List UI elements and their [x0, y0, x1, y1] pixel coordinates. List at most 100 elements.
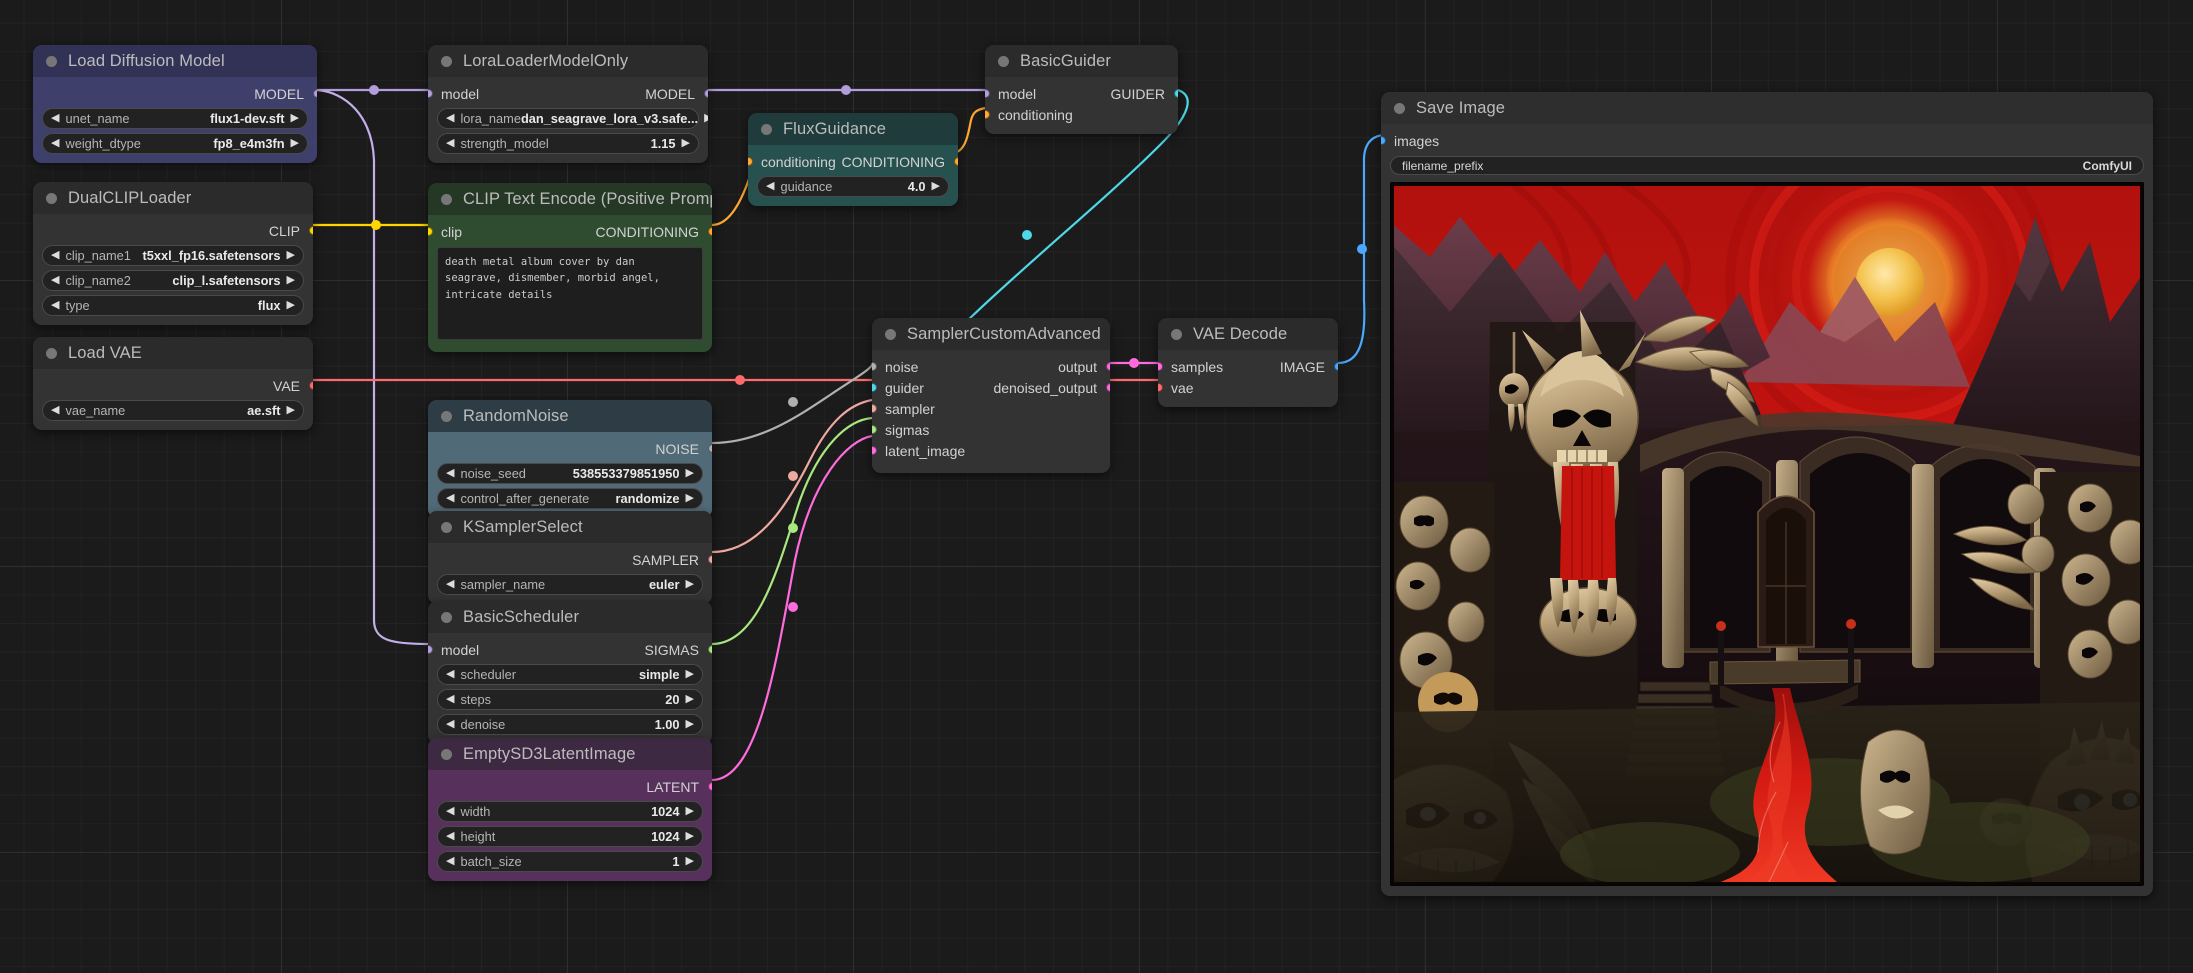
node-title-bar[interactable]: DualCLIPLoader	[33, 182, 313, 214]
slot-row-clip[interactable]: clip CONDITIONING	[428, 221, 712, 242]
port-sampler-out[interactable]	[707, 555, 712, 564]
port-vae-out[interactable]	[308, 381, 313, 390]
port-output-out[interactable]	[1105, 362, 1110, 371]
slot-row-sampler[interactable]: sampler	[872, 398, 1110, 419]
port-model-in[interactable]	[428, 645, 433, 654]
widget-denoise[interactable]: ◀ denoise 1.00 ▶	[437, 714, 703, 735]
widget-unet-name[interactable]: ◀ unet_name flux1-dev.sft ▶	[42, 108, 308, 129]
widget-clip-name2[interactable]: ◀ clip_name2 clip_l.safetensors ▶	[42, 270, 304, 291]
collapse-dot-icon[interactable]	[46, 192, 57, 204]
decrement-arrow-icon[interactable]: ◀	[51, 138, 59, 149]
port-conditioning-out[interactable]	[707, 227, 712, 236]
port-denoised-output-out[interactable]	[1105, 383, 1110, 392]
collapse-dot-icon[interactable]	[1394, 102, 1405, 114]
port-conditioning-in[interactable]	[748, 157, 753, 166]
port-model-out[interactable]	[312, 89, 317, 98]
slot-row-conditioning[interactable]: conditioning	[985, 104, 1178, 125]
increment-arrow-icon[interactable]: ▶	[686, 669, 694, 680]
port-conditioning-out[interactable]	[953, 157, 958, 166]
collapse-dot-icon[interactable]	[441, 611, 452, 623]
slot-row-model[interactable]: model GUIDER	[985, 83, 1178, 104]
decrement-arrow-icon[interactable]: ◀	[446, 113, 454, 124]
node-basic-scheduler[interactable]: BasicScheduler model SIGMAS ◀ scheduler …	[428, 601, 712, 744]
collapse-dot-icon[interactable]	[885, 328, 896, 340]
output-slot-sampler[interactable]: SAMPLER	[428, 549, 712, 570]
node-ksampler-select[interactable]: KSamplerSelect SAMPLER ◀ sampler_name eu…	[428, 511, 712, 604]
increment-arrow-icon[interactable]: ▶	[291, 113, 299, 124]
widget-vae-name[interactable]: ◀ vae_name ae.sft ▶	[42, 400, 304, 421]
decrement-arrow-icon[interactable]: ◀	[446, 806, 454, 817]
node-load-diffusion-model[interactable]: Load Diffusion Model MODEL ◀ unet_name f…	[33, 45, 317, 163]
increment-arrow-icon[interactable]: ▶	[704, 113, 708, 124]
port-clip-in[interactable]	[428, 227, 433, 236]
widget-weight-dtype[interactable]: ◀ weight_dtype fp8_e4m3fn ▶	[42, 133, 308, 154]
widget-lora-name[interactable]: ◀ lora_name dan_seagrave_lora_v3.safe...…	[437, 108, 708, 129]
widget-clip-name1[interactable]: ◀ clip_name1 t5xxl_fp16.safetensors ▶	[42, 245, 304, 266]
slot-row-vae[interactable]: vae	[1158, 377, 1338, 398]
node-title-bar[interactable]: CLIP Text Encode (Positive Prompt)	[428, 183, 712, 215]
widget-scheduler[interactable]: ◀ scheduler simple ▶	[437, 664, 703, 685]
widget-noise-seed[interactable]: ◀ noise_seed 538553379851950 ▶	[437, 463, 703, 484]
port-images-in[interactable]	[1381, 136, 1386, 145]
increment-arrow-icon[interactable]: ▶	[932, 181, 940, 192]
output-slot-model[interactable]: MODEL	[33, 83, 317, 104]
decrement-arrow-icon[interactable]: ◀	[446, 493, 454, 504]
slot-row-model[interactable]: model MODEL	[428, 83, 708, 104]
node-vae-decode[interactable]: VAE Decode samples IMAGE vae	[1158, 318, 1338, 407]
collapse-dot-icon[interactable]	[441, 55, 452, 67]
collapse-dot-icon[interactable]	[761, 123, 772, 135]
decrement-arrow-icon[interactable]: ◀	[766, 181, 774, 192]
node-title-bar[interactable]: SamplerCustomAdvanced	[872, 318, 1110, 350]
node-sampler-custom-advanced[interactable]: SamplerCustomAdvanced noise output guide…	[872, 318, 1110, 473]
port-vae-in[interactable]	[1158, 383, 1163, 392]
slot-row-noise[interactable]: noise output	[872, 356, 1110, 377]
widget-height[interactable]: ◀ height 1024 ▶	[437, 826, 703, 847]
increment-arrow-icon[interactable]: ▶	[287, 250, 295, 261]
node-title-bar[interactable]: EmptySD3LatentImage	[428, 738, 712, 770]
port-model-in[interactable]	[428, 89, 433, 98]
port-guider-in[interactable]	[872, 383, 877, 392]
collapse-dot-icon[interactable]	[46, 347, 57, 359]
decrement-arrow-icon[interactable]: ◀	[446, 719, 454, 730]
slot-row-images[interactable]: images	[1381, 130, 2153, 151]
port-sampler-in[interactable]	[872, 404, 877, 413]
widget-guidance[interactable]: ◀ guidance 4.0 ▶	[757, 176, 949, 197]
node-title-bar[interactable]: Load VAE	[33, 337, 313, 369]
node-lora-loader-model-only[interactable]: LoraLoaderModelOnly model MODEL ◀ lora_n…	[428, 45, 708, 163]
port-clip-out[interactable]	[308, 226, 313, 235]
output-slot-clip[interactable]: CLIP	[33, 220, 313, 241]
widget-sampler-name[interactable]: ◀ sampler_name euler ▶	[437, 574, 703, 595]
node-title-bar[interactable]: BasicGuider	[985, 45, 1178, 77]
increment-arrow-icon[interactable]: ▶	[686, 493, 694, 504]
collapse-dot-icon[interactable]	[46, 55, 57, 67]
increment-arrow-icon[interactable]: ▶	[291, 138, 299, 149]
increment-arrow-icon[interactable]: ▶	[686, 831, 694, 842]
collapse-dot-icon[interactable]	[441, 193, 452, 205]
widget-width[interactable]: ◀ width 1024 ▶	[437, 801, 703, 822]
port-model-out[interactable]	[703, 89, 708, 98]
collapse-dot-icon[interactable]	[998, 55, 1009, 67]
widget-batch-size[interactable]: ◀ batch_size 1 ▶	[437, 851, 703, 872]
port-noise-in[interactable]	[872, 362, 877, 371]
port-sigmas-in[interactable]	[872, 425, 877, 434]
node-basic-guider[interactable]: BasicGuider model GUIDER conditioning	[985, 45, 1178, 134]
node-title-bar[interactable]: RandomNoise	[428, 400, 712, 432]
node-title-bar[interactable]: Save Image	[1381, 92, 2153, 124]
port-noise-out[interactable]	[707, 444, 712, 453]
port-image-out[interactable]	[1333, 362, 1338, 371]
decrement-arrow-icon[interactable]: ◀	[51, 250, 59, 261]
increment-arrow-icon[interactable]: ▶	[686, 806, 694, 817]
slot-row-guider[interactable]: guider denoised_output	[872, 377, 1110, 398]
output-slot-latent[interactable]: LATENT	[428, 776, 712, 797]
decrement-arrow-icon[interactable]: ◀	[51, 405, 59, 416]
decrement-arrow-icon[interactable]: ◀	[446, 694, 454, 705]
node-dual-clip-loader[interactable]: DualCLIPLoader CLIP ◀ clip_name1 t5xxl_f…	[33, 182, 313, 325]
decrement-arrow-icon[interactable]: ◀	[51, 113, 59, 124]
output-slot-vae[interactable]: VAE	[33, 375, 313, 396]
collapse-dot-icon[interactable]	[441, 410, 452, 422]
node-title-bar[interactable]: KSamplerSelect	[428, 511, 712, 543]
node-load-vae[interactable]: Load VAE VAE ◀ vae_name ae.sft ▶	[33, 337, 313, 430]
node-title-bar[interactable]: VAE Decode	[1158, 318, 1338, 350]
decrement-arrow-icon[interactable]: ◀	[51, 300, 59, 311]
port-latent-image-in[interactable]	[872, 446, 877, 455]
